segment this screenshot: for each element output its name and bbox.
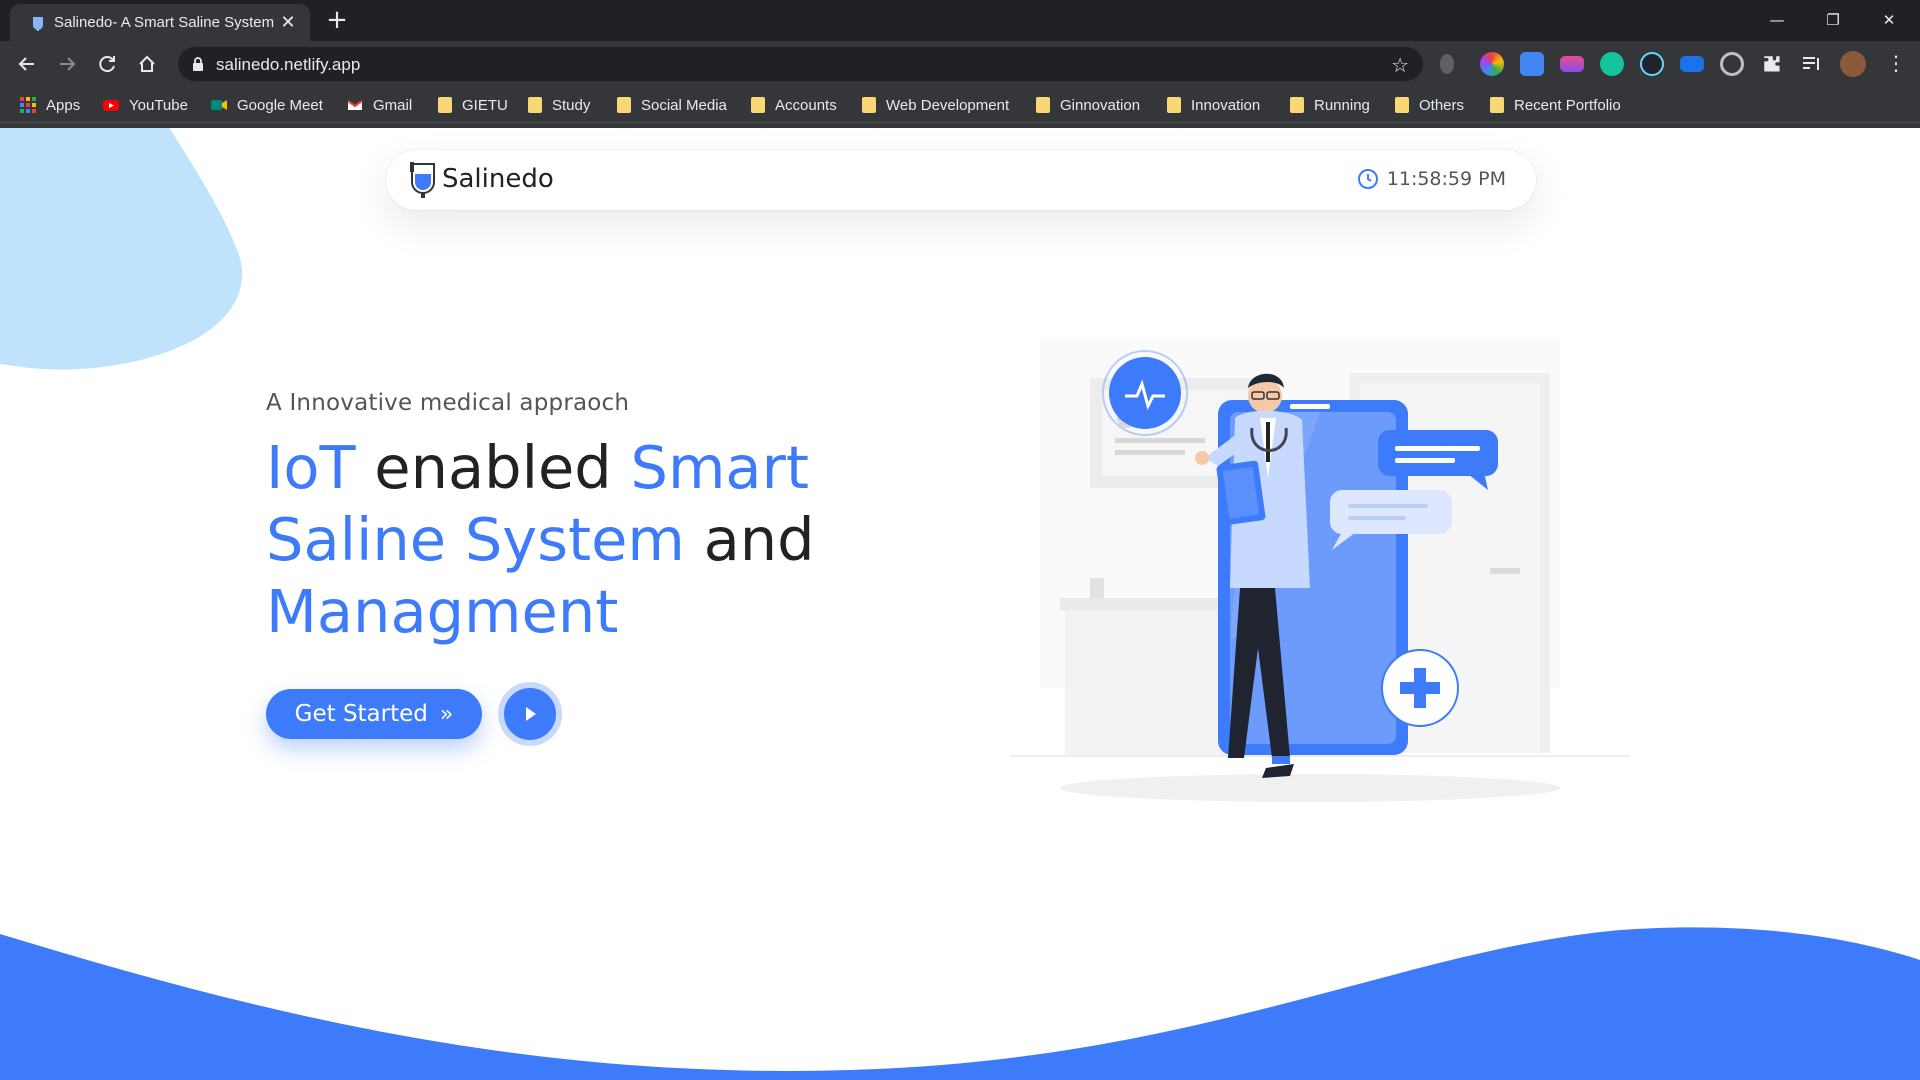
record-extension-icon[interactable] [1720,52,1744,76]
browser-menu-icon[interactable]: ⋮ [1884,52,1908,76]
folder-icon [1395,97,1409,113]
get-started-button[interactable]: Get Started » [266,689,482,739]
bookmark-label: Apps [46,96,81,114]
folder-icon [1167,97,1181,113]
url-text: salinedo.netlify.app [216,55,361,74]
bookmark-running[interactable]: Running [1290,95,1370,115]
live-clock: 11:58:59 PM [1357,168,1506,190]
site-navbar: Salinedo 11:58:59 PM [386,150,1536,210]
close-tab-icon[interactable]: ✕ [278,12,298,32]
hero-section: A Innovative medical appraoch IoT enable… [266,390,866,648]
browser-chrome: Salinedo- A Smart Saline System ✕ + — ❐ … [0,0,1920,128]
bookmark-label: Gmail [373,96,413,114]
brand-logo-link[interactable]: Salinedo [408,160,554,198]
close-window-icon[interactable]: ✕ [1866,6,1912,34]
home-icon[interactable] [133,50,161,78]
hero-kicker: A Innovative medical appraoch [266,390,630,416]
play-icon [526,707,536,721]
restore-icon[interactable]: ❐ [1810,6,1856,34]
salinedo-favicon-icon [33,17,43,31]
bookmark-label: Others [1419,96,1465,114]
bookmark-label: Google Meet [237,96,323,114]
double-chevron-right-icon: » [439,701,454,727]
grammarly-icon[interactable] [1600,52,1624,76]
folder-icon [751,97,765,113]
minimize-icon[interactable]: — [1754,6,1800,34]
extension-icon[interactable] [1440,54,1454,74]
web-page: Salinedo 11:58:59 PM A Innovative medica… [0,128,1920,1080]
youtube-icon [103,100,119,111]
bookmarks-bar: Apps YouTube Google Meet Gmail GIETU Stu… [0,87,1920,123]
play-video-button[interactable] [498,682,562,746]
folder-icon [1290,97,1304,113]
address-bar[interactable]: salinedo.netlify.app ☆ [178,47,1423,81]
headline-iot: IoT [266,433,356,502]
tab-title: Salinedo- A Smart Saline System [54,14,275,31]
decorative-wave [0,927,1920,1080]
bookmark-label: Study [552,96,591,114]
bookmark-star-icon[interactable]: ☆ [1391,53,1409,77]
bookmark-social-media[interactable]: Social Media [617,95,727,115]
media-queue-icon[interactable] [1800,52,1824,76]
extensions-puzzle-icon[interactable] [1760,52,1784,76]
profile-avatar[interactable] [1840,51,1866,77]
color-picker-extension-icon[interactable] [1480,52,1504,76]
folder-icon [1490,97,1504,113]
reload-icon[interactable] [93,50,121,78]
hero-headline: IoT enabled Smart Saline System and Mana… [266,432,866,648]
forward-icon[interactable] [53,50,81,78]
folder-icon [617,97,631,113]
folder-icon [528,97,542,113]
doctor-phone-illustration [1010,338,1630,802]
bookmark-apps[interactable]: Apps [20,95,80,115]
bookmark-label: Accounts [775,96,837,114]
bookmark-accounts[interactable]: Accounts [751,95,837,115]
tab-strip: Salinedo- A Smart Saline System ✕ + — ❐ … [0,0,1920,41]
apps-grid-icon [20,97,36,113]
bookmark-ginnovation[interactable]: Ginnovation [1036,95,1140,115]
bookmark-label: Social Media [641,96,727,114]
saline-bag-logo-icon [410,162,435,198]
bookmark-label: Web Development [886,96,1010,114]
headline-managment: Managment [266,577,619,646]
bookmark-youtube[interactable]: YouTube [103,95,188,115]
react-devtools-icon[interactable] [1640,52,1664,76]
bookmark-innovation[interactable]: Innovation [1167,95,1260,115]
google-translate-icon[interactable] [1520,52,1544,76]
bookmark-label: Running [1314,96,1370,114]
folder-icon [862,97,876,113]
brand-name: Salinedo [442,164,554,194]
clock-time: 11:58:59 PM [1386,168,1506,190]
bookmark-label: Ginnovation [1060,96,1141,114]
decorative-blob [0,128,242,370]
bookmark-web-development[interactable]: Web Development [862,95,1009,115]
lock-icon [193,57,203,71]
browser-toolbar: salinedo.netlify.app ☆ ⋮ [0,41,1920,87]
bookmark-recent-portfolio[interactable]: Recent Portfolio [1490,95,1621,115]
active-tab[interactable]: Salinedo- A Smart Saline System ✕ [10,4,310,41]
bookmark-gmail[interactable]: Gmail [347,95,412,115]
headline-and: and [684,505,815,574]
stack-extension-icon[interactable] [1560,56,1584,72]
zip-extension-icon[interactable] [1680,56,1704,72]
cta-row: Get Started » [266,682,562,746]
bookmark-label: YouTube [129,96,188,114]
gmail-icon [347,100,363,110]
back-icon[interactable] [13,50,41,78]
bookmark-google-meet[interactable]: Google Meet [211,95,323,115]
bookmark-label: Recent Portfolio [1514,96,1621,114]
clock-icon [1357,169,1378,189]
bookmark-label: Innovation [1191,96,1261,114]
get-started-label: Get Started [294,701,428,727]
folder-icon [1036,97,1050,113]
bookmark-gietu[interactable]: GIETU [438,95,508,115]
bookmark-others[interactable]: Others [1395,95,1464,115]
bookmark-label: GIETU [462,96,508,114]
bookmark-study[interactable]: Study [528,95,590,115]
headline-enabled: enabled [355,433,631,502]
folder-icon [438,97,452,113]
google-meet-icon [211,100,227,110]
new-tab-button[interactable]: + [324,7,350,34]
